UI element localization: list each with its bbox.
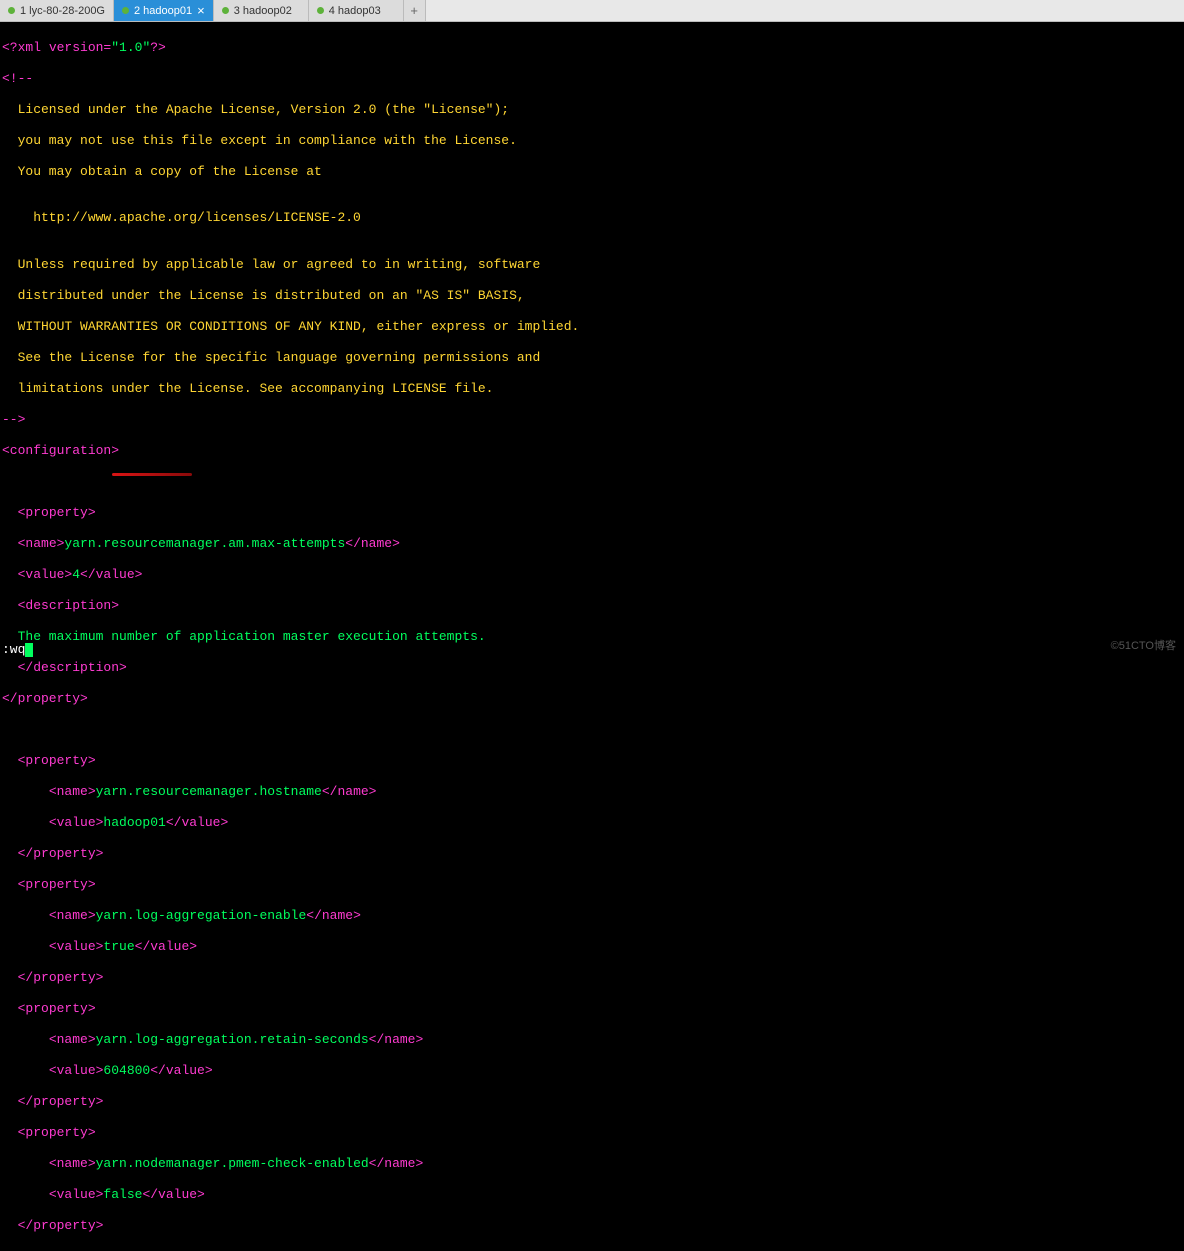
value-open: <value> <box>49 1187 104 1202</box>
prop-open: <property> <box>18 877 96 892</box>
name-open: <name> <box>49 908 96 923</box>
prop-name: yarn.log-aggregation.retain-seconds <box>96 1032 369 1047</box>
comment-open: <!-- <box>2 71 33 86</box>
license-line: Licensed under the Apache License, Versi… <box>0 102 1184 118</box>
status-text: :wq <box>0 642 25 657</box>
prop-value: 4 <box>72 567 80 582</box>
prop-close: </property> <box>18 970 104 985</box>
tab-label: 2 hadoop01 <box>134 5 192 17</box>
prop-open: <property> <box>18 505 96 520</box>
prop-close: </property> <box>18 846 104 861</box>
value-open: <value> <box>18 567 73 582</box>
value-close: </value> <box>142 1187 204 1202</box>
prop-name: yarn.nodemanager.pmem-check-enabled <box>96 1156 369 1171</box>
tab-4[interactable]: 4 hadop03 <box>309 0 404 21</box>
tab-bar: 1 lyc-80-28-200G 2 hadoop01 × 3 hadoop02… <box>0 0 1184 22</box>
name-close: </name> <box>345 536 400 551</box>
license-line: You may obtain a copy of the License at <box>0 164 1184 180</box>
terminal-editor[interactable]: <?xml version="1.0"?> <!-- Licensed unde… <box>0 22 1184 1251</box>
close-icon[interactable]: × <box>197 4 205 17</box>
comment-close: --> <box>2 412 25 427</box>
tab-label: 1 lyc-80-28-200G <box>20 5 105 17</box>
tab-label: 4 hadop03 <box>329 5 381 17</box>
tab-1[interactable]: 1 lyc-80-28-200G <box>0 0 114 21</box>
vim-status-line: :wq <box>0 642 33 657</box>
name-open: <name> <box>49 1156 96 1171</box>
prop-name: yarn.resourcemanager.am.max-attempts <box>64 536 345 551</box>
xml-decl-open: <?xml <box>2 40 49 55</box>
license-line: distributed under the License is distrib… <box>0 288 1184 304</box>
watermark: ©51CTO博客 <box>1111 637 1176 653</box>
license-line: limitations under the License. See accom… <box>0 381 1184 397</box>
value-open: <value> <box>49 1063 104 1078</box>
name-close: </name> <box>369 1156 424 1171</box>
value-open: <value> <box>49 815 104 830</box>
license-line: http://www.apache.org/licenses/LICENSE-2… <box>0 210 1184 226</box>
add-tab-button[interactable]: + <box>404 0 426 21</box>
prop-desc: The maximum number of application master… <box>2 629 486 644</box>
status-dot-icon <box>8 7 15 14</box>
prop-open: <property> <box>18 753 96 768</box>
prop-close: </property> <box>18 1218 104 1233</box>
value-close: </value> <box>150 1063 212 1078</box>
prop-open: <property> <box>18 1001 96 1016</box>
prop-value: false <box>103 1187 142 1202</box>
name-open: <name> <box>49 1032 96 1047</box>
annotation-underline <box>112 473 192 476</box>
value-open: <value> <box>49 939 104 954</box>
value-close: </value> <box>80 567 142 582</box>
xml-decl-attr: version= <box>49 40 111 55</box>
xml-decl-close: ?> <box>150 40 166 55</box>
name-open: <name> <box>18 536 65 551</box>
name-close: </name> <box>369 1032 424 1047</box>
desc-open: <description> <box>18 598 119 613</box>
prop-value: true <box>103 939 134 954</box>
desc-close: </description> <box>18 660 127 675</box>
license-line: See the License for the specific languag… <box>0 350 1184 366</box>
name-close: </name> <box>322 784 377 799</box>
tab-3[interactable]: 3 hadoop02 <box>214 0 309 21</box>
name-open: <name> <box>49 784 96 799</box>
tab-label: 3 hadoop02 <box>234 5 292 17</box>
name-close: </name> <box>306 908 361 923</box>
xml-decl-val: "1.0" <box>111 40 150 55</box>
status-dot-icon <box>122 7 129 14</box>
tab-2[interactable]: 2 hadoop01 × <box>114 0 214 21</box>
cursor-icon <box>25 643 33 657</box>
status-dot-icon <box>222 7 229 14</box>
license-line: Unless required by applicable law or agr… <box>0 257 1184 273</box>
config-open: <configuration> <box>2 443 119 458</box>
prop-name: yarn.resourcemanager.hostname <box>96 784 322 799</box>
license-line: you may not use this file except in comp… <box>0 133 1184 149</box>
value-close: </value> <box>166 815 228 830</box>
prop-close: </property> <box>18 1094 104 1109</box>
status-dot-icon <box>317 7 324 14</box>
value-close: </value> <box>135 939 197 954</box>
prop-close: </property> <box>2 691 88 706</box>
prop-value: 604800 <box>103 1063 150 1078</box>
prop-name: yarn.log-aggregation-enable <box>96 908 307 923</box>
prop-open: <property> <box>18 1125 96 1140</box>
license-line: WITHOUT WARRANTIES OR CONDITIONS OF ANY … <box>0 319 1184 335</box>
prop-value: hadoop01 <box>103 815 165 830</box>
